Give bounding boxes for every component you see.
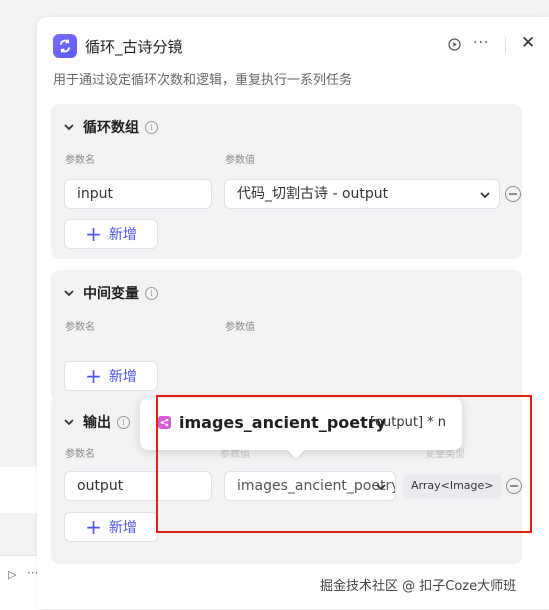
section-title: 输出 (83, 415, 111, 431)
intermediate-vars-header[interactable]: 中间变量 i (63, 283, 158, 303)
column-label-name: 参数名 (65, 322, 95, 333)
intermediate-vars-section: 中间变量 i 参数名 参数值 + 新增 (51, 270, 522, 402)
info-icon[interactable]: i (145, 286, 158, 300)
loop-array-header[interactable]: 循环数组 i (63, 117, 158, 137)
column-label-name: 参数名 (65, 449, 95, 460)
chevron-down-icon[interactable] (63, 416, 75, 428)
add-label: 新增 (108, 227, 137, 243)
more-icon[interactable]: ··· (473, 35, 489, 51)
background-node-footer: ▷ ··· (0, 555, 40, 610)
watermark: 掘金技术社区 @ 扣子Coze大师班 (320, 579, 517, 594)
chevron-down-icon (480, 192, 490, 199)
canvas-background (0, 0, 40, 609)
column-label-value: 参数值 (225, 322, 255, 333)
plus-icon: + (85, 364, 102, 388)
add-variable-button[interactable]: + 新增 (64, 361, 158, 391)
plus-icon: + (85, 515, 102, 539)
param-value-text: 代码_切割古诗 - output (237, 186, 389, 202)
add-label: 新增 (108, 369, 137, 385)
section-title: 循环数组 (83, 120, 139, 136)
add-param-button[interactable]: + 新增 (64, 219, 158, 249)
info-icon[interactable]: i (117, 415, 130, 429)
column-label-name: 参数名 (65, 155, 95, 166)
section-title: 中间变量 (83, 286, 139, 302)
param-name-input[interactable]: input (64, 179, 212, 209)
header-divider (505, 37, 506, 53)
play-icon[interactable] (448, 38, 461, 51)
param-value-select[interactable]: 代码_切割古诗 - output (224, 179, 500, 209)
info-icon[interactable]: i (145, 120, 158, 134)
background-node-card (0, 467, 40, 513)
play-icon[interactable]: ▷ (8, 568, 16, 581)
chevron-down-icon[interactable] (63, 121, 75, 133)
node-title[interactable]: 循环_古诗分镜 (85, 36, 183, 57)
node-description: 用于通过设定循环次数和逻辑，重复执行一系列任务 (53, 73, 353, 88)
chevron-down-icon[interactable] (63, 287, 75, 299)
close-icon[interactable]: ✕ (521, 33, 535, 53)
loop-icon (53, 34, 77, 58)
add-output-button[interactable]: + 新增 (64, 512, 158, 542)
remove-param-button[interactable] (505, 186, 521, 202)
column-label-value: 参数值 (225, 155, 255, 166)
add-label: 新增 (108, 520, 137, 536)
loop-array-section: 循环数组 i 参数名 参数值 input 代码_切割古诗 - output + … (51, 104, 522, 259)
output-header[interactable]: 输出 i (63, 412, 130, 432)
plus-icon: + (85, 222, 102, 246)
highlight-annotation-box (156, 395, 532, 533)
